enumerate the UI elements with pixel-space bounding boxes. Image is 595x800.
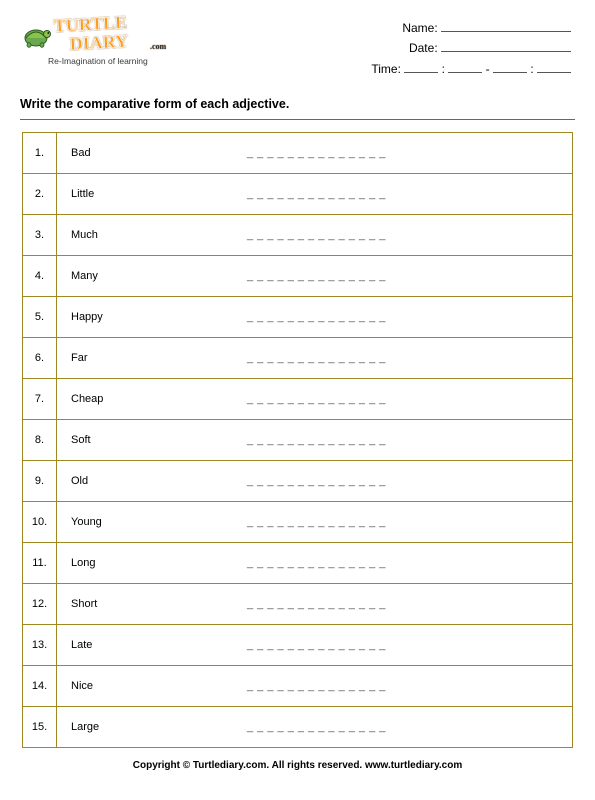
worksheet-table: 1.Bad_ _ _ _ _ _ _ _ _ _ _ _ _ _2.Little… xyxy=(22,132,573,748)
table-row: 5.Happy_ _ _ _ _ _ _ _ _ _ _ _ _ _ xyxy=(23,297,572,338)
table-row: 10.Young_ _ _ _ _ _ _ _ _ _ _ _ _ _ xyxy=(23,502,572,543)
adjective-word: Late xyxy=(57,625,247,665)
date-label: Date: xyxy=(409,41,438,55)
time-start-min[interactable] xyxy=(448,63,482,73)
row-number: 14. xyxy=(23,666,57,706)
worksheet-meta: Name: Date: Time: : - : xyxy=(371,14,575,79)
adjective-word: Much xyxy=(57,215,247,255)
time-label: Time: xyxy=(371,62,401,76)
row-number: 2. xyxy=(23,174,57,214)
adjective-word: Large xyxy=(57,707,247,747)
answer-blank[interactable]: _ _ _ _ _ _ _ _ _ _ _ _ _ _ xyxy=(247,502,572,542)
row-number: 3. xyxy=(23,215,57,255)
row-number: 4. xyxy=(23,256,57,296)
table-row: 3.Much_ _ _ _ _ _ _ _ _ _ _ _ _ _ xyxy=(23,215,572,256)
answer-blank[interactable]: _ _ _ _ _ _ _ _ _ _ _ _ _ _ xyxy=(247,297,572,337)
adjective-word: Soft xyxy=(57,420,247,460)
adjective-word: Far xyxy=(57,338,247,378)
copyright-footer: Copyright © Turtlediary.com. All rights … xyxy=(20,760,575,771)
table-row: 6.Far_ _ _ _ _ _ _ _ _ _ _ _ _ _ xyxy=(23,338,572,379)
adjective-word: Long xyxy=(57,543,247,583)
adjective-word: Short xyxy=(57,584,247,624)
answer-blank[interactable]: _ _ _ _ _ _ _ _ _ _ _ _ _ _ xyxy=(247,420,572,460)
row-number: 8. xyxy=(23,420,57,460)
table-row: 11.Long_ _ _ _ _ _ _ _ _ _ _ _ _ _ xyxy=(23,543,572,584)
time-end-min[interactable] xyxy=(537,63,571,73)
answer-blank[interactable]: _ _ _ _ _ _ _ _ _ _ _ _ _ _ xyxy=(247,461,572,501)
table-row: 1.Bad_ _ _ _ _ _ _ _ _ _ _ _ _ _ xyxy=(23,133,572,174)
row-number: 12. xyxy=(23,584,57,624)
svg-text:.com: .com xyxy=(150,42,167,51)
row-number: 10. xyxy=(23,502,57,542)
time-end-hour[interactable] xyxy=(493,63,527,73)
answer-blank[interactable]: _ _ _ _ _ _ _ _ _ _ _ _ _ _ xyxy=(247,707,572,747)
svg-text:DIARY: DIARY xyxy=(69,31,128,54)
row-number: 9. xyxy=(23,461,57,501)
adjective-word: Happy xyxy=(57,297,247,337)
answer-blank[interactable]: _ _ _ _ _ _ _ _ _ _ _ _ _ _ xyxy=(247,584,572,624)
table-row: 2.Little_ _ _ _ _ _ _ _ _ _ _ _ _ _ xyxy=(23,174,572,215)
row-number: 1. xyxy=(23,133,57,173)
table-row: 8.Soft_ _ _ _ _ _ _ _ _ _ _ _ _ _ xyxy=(23,420,572,461)
row-number: 7. xyxy=(23,379,57,419)
answer-blank[interactable]: _ _ _ _ _ _ _ _ _ _ _ _ _ _ xyxy=(247,256,572,296)
adjective-word: Young xyxy=(57,502,247,542)
answer-blank[interactable]: _ _ _ _ _ _ _ _ _ _ _ _ _ _ xyxy=(247,379,572,419)
answer-blank[interactable]: _ _ _ _ _ _ _ _ _ _ _ _ _ _ xyxy=(247,215,572,255)
table-row: 7.Cheap_ _ _ _ _ _ _ _ _ _ _ _ _ _ xyxy=(23,379,572,420)
table-row: 14.Nice_ _ _ _ _ _ _ _ _ _ _ _ _ _ xyxy=(23,666,572,707)
table-row: 15.Large_ _ _ _ _ _ _ _ _ _ _ _ _ _ xyxy=(23,707,572,748)
table-row: 12.Short_ _ _ _ _ _ _ _ _ _ _ _ _ _ xyxy=(23,584,572,625)
row-number: 15. xyxy=(23,707,57,747)
table-row: 13.Late_ _ _ _ _ _ _ _ _ _ _ _ _ _ xyxy=(23,625,572,666)
row-number: 11. xyxy=(23,543,57,583)
answer-blank[interactable]: _ _ _ _ _ _ _ _ _ _ _ _ _ _ xyxy=(247,543,572,583)
answer-blank[interactable]: _ _ _ _ _ _ _ _ _ _ _ _ _ _ xyxy=(247,338,572,378)
time-start-hour[interactable] xyxy=(404,63,438,73)
answer-blank[interactable]: _ _ _ _ _ _ _ _ _ _ _ _ _ _ xyxy=(247,133,572,173)
adjective-word: Old xyxy=(57,461,247,501)
logo: TURTLE DIARY .com Re-Imagination of lear… xyxy=(20,14,198,66)
table-row: 9.Old_ _ _ _ _ _ _ _ _ _ _ _ _ _ xyxy=(23,461,572,502)
adjective-word: Little xyxy=(57,174,247,214)
date-field[interactable] xyxy=(441,42,571,52)
adjective-word: Nice xyxy=(57,666,247,706)
row-number: 13. xyxy=(23,625,57,665)
answer-blank[interactable]: _ _ _ _ _ _ _ _ _ _ _ _ _ _ xyxy=(247,625,572,665)
adjective-word: Many xyxy=(57,256,247,296)
tagline: Re-Imagination of learning xyxy=(48,56,198,66)
answer-blank[interactable]: _ _ _ _ _ _ _ _ _ _ _ _ _ _ xyxy=(247,666,572,706)
adjective-word: Bad xyxy=(57,133,247,173)
answer-blank[interactable]: _ _ _ _ _ _ _ _ _ _ _ _ _ _ xyxy=(247,174,572,214)
table-row: 4.Many_ _ _ _ _ _ _ _ _ _ _ _ _ _ xyxy=(23,256,572,297)
row-number: 5. xyxy=(23,297,57,337)
instruction-text: Write the comparative form of each adjec… xyxy=(20,97,575,117)
name-label: Name: xyxy=(402,21,437,35)
row-number: 6. xyxy=(23,338,57,378)
divider xyxy=(20,119,575,120)
name-field[interactable] xyxy=(441,22,571,32)
adjective-word: Cheap xyxy=(57,379,247,419)
